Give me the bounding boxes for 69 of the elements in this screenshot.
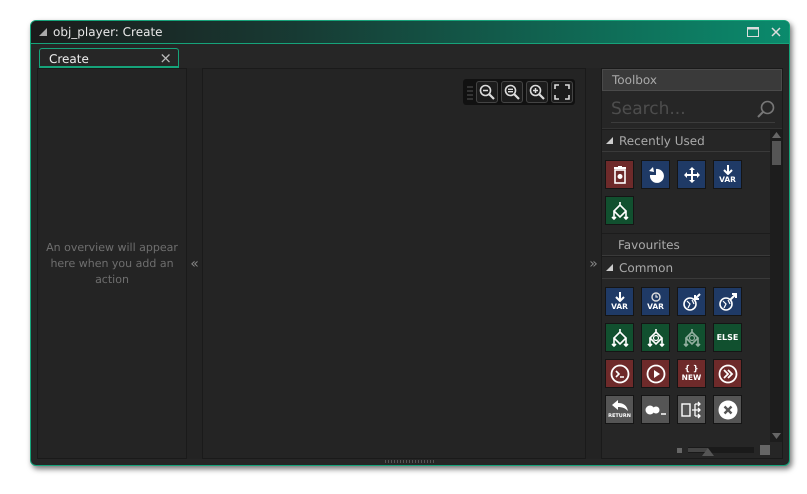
zoom-reset-icon [504, 84, 520, 100]
console-icon [610, 364, 630, 384]
action-tile[interactable] [641, 395, 670, 424]
action-tile[interactable] [677, 395, 706, 424]
section-header[interactable]: Recently Used [602, 129, 770, 152]
action-tile[interactable] [605, 323, 634, 352]
zoom-out-button[interactable] [476, 81, 498, 103]
branch-icon [682, 328, 702, 348]
scroll-up-icon[interactable] [772, 132, 780, 138]
action-tile[interactable] [713, 359, 742, 388]
clock-icon [650, 292, 660, 302]
close-icon[interactable] [771, 27, 781, 37]
close-tab-button[interactable]: × [159, 51, 172, 66]
section-title: Favourites [618, 238, 680, 252]
play-icon [646, 364, 666, 384]
collapse-triangle-icon[interactable] [39, 28, 47, 36]
collapse-button[interactable]: « [190, 256, 199, 272]
scroll-down-icon[interactable] [772, 433, 780, 439]
vertical-scrollbar[interactable] [770, 129, 782, 442]
switch-arrows-icon [680, 400, 702, 420]
large-size-icon [760, 445, 770, 455]
grip-icon[interactable] [467, 84, 473, 100]
search-icon[interactable] [757, 100, 775, 118]
section-header[interactable]: Favourites [602, 233, 770, 256]
expanded-triangle-icon [606, 137, 613, 144]
action-tile[interactable]: ELSE [713, 323, 742, 352]
action-tile[interactable] [713, 287, 742, 316]
scroll-thumb[interactable] [772, 141, 780, 165]
resize-grip[interactable] [385, 460, 435, 463]
action-tile[interactable] [677, 160, 706, 189]
tile-size-slider[interactable] [688, 447, 754, 453]
action-tile[interactable] [641, 160, 670, 189]
action-tile[interactable] [677, 287, 706, 316]
branch-icon [610, 328, 630, 348]
action-tile[interactable] [713, 395, 742, 424]
fullscreen-icon [554, 84, 570, 100]
zoom-in-button[interactable] [526, 81, 548, 103]
dot-dash-icon [644, 404, 666, 416]
fast-forward-icon [718, 364, 738, 384]
slider-thumb[interactable] [702, 448, 714, 456]
zoom-reset-button[interactable] [501, 81, 523, 103]
toolbox-title: Toolbox [612, 73, 657, 87]
small-size-icon [677, 448, 682, 452]
move-arrows-icon [682, 166, 700, 184]
down-arrow-icon [722, 165, 732, 175]
section-header[interactable]: Common [602, 256, 770, 279]
section-title: Recently Used [619, 134, 705, 148]
maximize-icon[interactable] [747, 27, 759, 37]
action-tile[interactable] [605, 196, 634, 225]
editor-tab[interactable]: Create × [39, 48, 179, 68]
close-circle-icon [718, 400, 738, 420]
action-tile[interactable] [605, 160, 634, 189]
trash-icon [612, 166, 628, 184]
expanded-triangle-icon [606, 264, 613, 271]
window-title: obj_player: Create [53, 25, 163, 39]
action-tile[interactable] [677, 323, 706, 352]
down-arrow-icon [614, 292, 624, 302]
action-tile[interactable] [641, 359, 670, 388]
branch-icon [610, 200, 630, 220]
zoom-out-icon [479, 84, 495, 100]
expand-button[interactable]: » [589, 256, 598, 272]
overview-message: An overview will appear here when you add an action [45, 240, 179, 288]
return-arrow-icon [610, 400, 628, 412]
section-title: Common [619, 260, 674, 274]
action-tile[interactable] [641, 323, 670, 352]
action-tile[interactable] [605, 359, 634, 388]
zoom-in-icon [529, 84, 545, 100]
fit-screen-button[interactable] [551, 81, 573, 103]
branch-icon [646, 328, 666, 348]
